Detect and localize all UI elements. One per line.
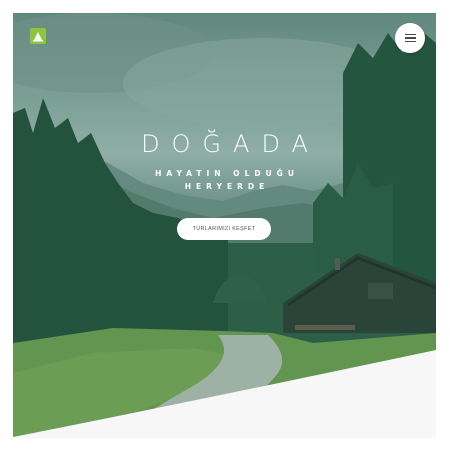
hero-title: DOĞADA (141, 130, 320, 158)
explore-tours-button[interactable]: TURLARIMIZI KEŞFET (177, 218, 271, 240)
landing-page: DOĞADA HAYATIN OLDUĞU HERYERDE TURLARIMI… (0, 0, 450, 450)
hamburger-menu-button[interactable] (395, 23, 425, 53)
hamburger-line (404, 37, 416, 39)
hamburger-line (404, 40, 416, 43)
hero-subtitle-line2: HERYERDE (184, 182, 270, 191)
leaf-logo-icon[interactable] (30, 28, 46, 44)
hamburger-line (404, 33, 416, 36)
hero-subtitle-line1: HAYATIN OLDUĞU (155, 169, 299, 178)
